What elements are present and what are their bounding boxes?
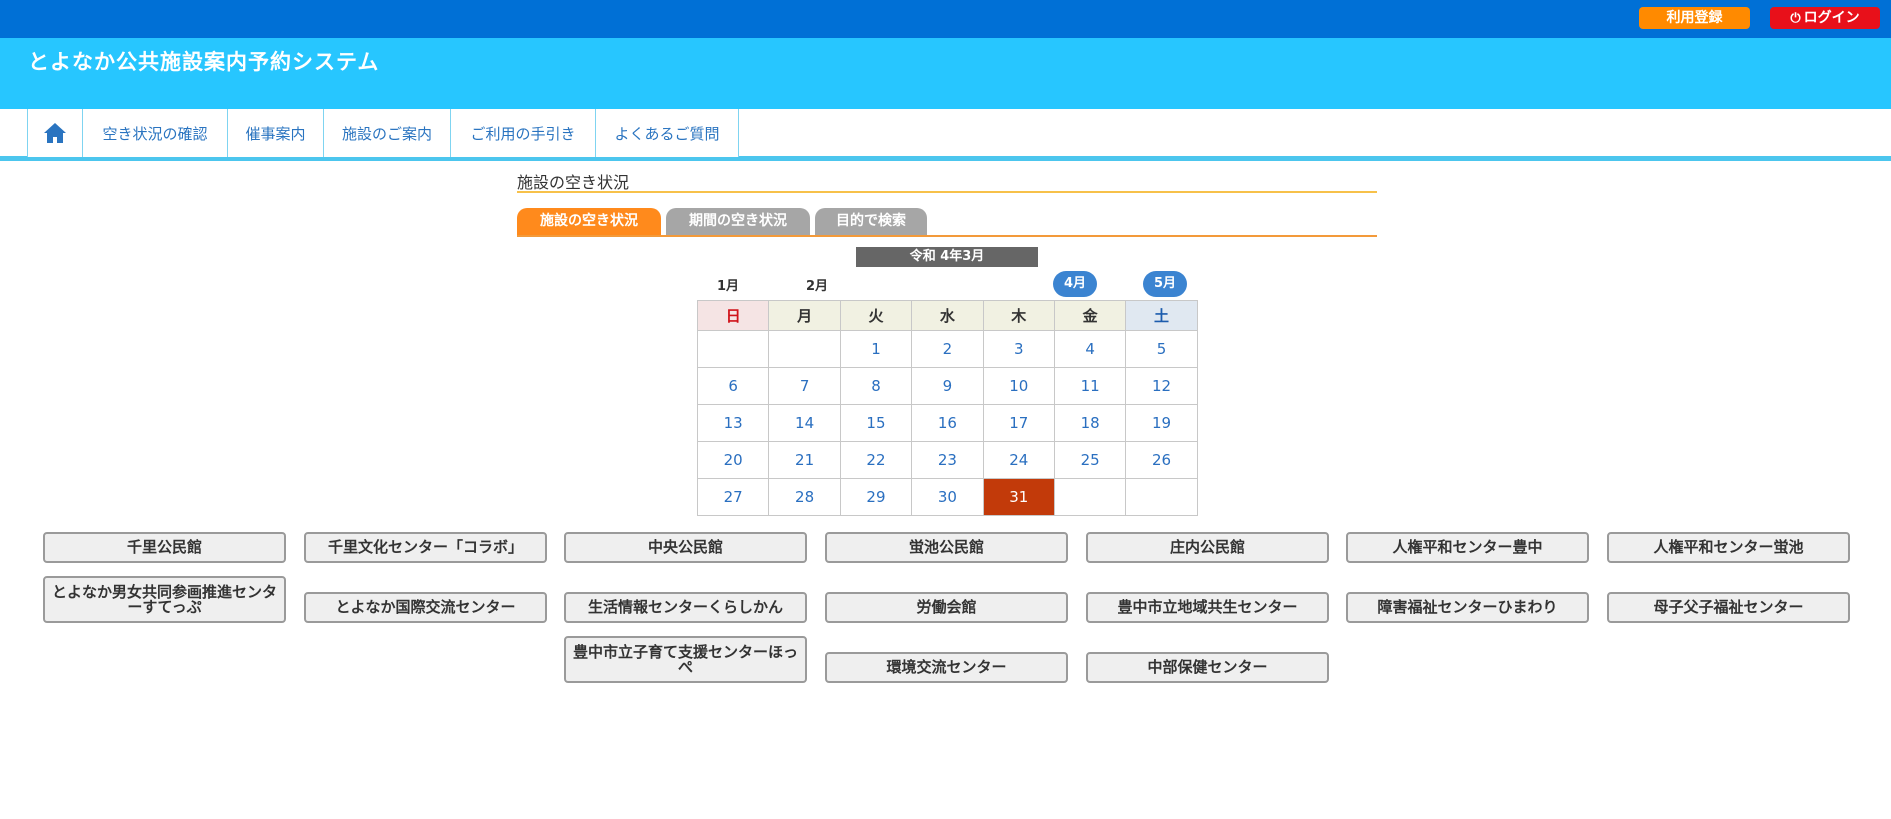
calendar-day-empty [1053, 478, 1127, 516]
month-link-may[interactable]: 5月 [1143, 271, 1187, 297]
facility-button[interactable]: 庄内公民館 [1086, 532, 1329, 563]
calendar-day[interactable]: 21 [768, 441, 841, 479]
weekday-monday: 月 [768, 300, 841, 331]
calendar-week: 6 7 8 9 10 11 12 [696, 367, 1198, 405]
login-button[interactable]: ⏻ ログイン [1770, 7, 1880, 29]
calendar-title: 令和 4年3月 [856, 247, 1038, 267]
calendar-day[interactable]: 12 [1125, 367, 1198, 405]
calendar-day[interactable]: 2 [911, 330, 984, 368]
facility-button[interactable]: 母子父子福祉センター [1607, 592, 1850, 623]
facility-button[interactable]: 千里文化センター「コラボ」 [304, 532, 547, 563]
calendar-day[interactable]: 20 [696, 441, 770, 479]
calendar-day[interactable]: 23 [911, 441, 984, 479]
calendar-grid: 日 月 火 水 木 金 土 1 2 3 4 5 6 7 8 9 10 11 12… [696, 300, 1198, 516]
facility-button[interactable]: 豊中市立子育て支援センターほっぺ [564, 636, 807, 683]
calendar-day[interactable]: 22 [839, 441, 913, 479]
weekday-tuesday: 火 [839, 300, 913, 331]
facility-button[interactable]: 障害福祉センターひまわり [1346, 592, 1589, 623]
calendar-day[interactable]: 6 [696, 367, 770, 405]
calendar-day[interactable]: 1 [839, 330, 913, 368]
calendar-day[interactable]: 27 [696, 478, 770, 516]
weekday-header: 日 月 火 水 木 金 土 [696, 300, 1198, 331]
calendar-day[interactable]: 4 [1053, 330, 1127, 368]
facility-button[interactable]: 千里公民館 [43, 532, 286, 563]
calendar-day-selected[interactable]: 31 [982, 478, 1055, 516]
calendar-day[interactable]: 28 [768, 478, 841, 516]
calendar-day[interactable]: 11 [1053, 367, 1127, 405]
month-link-february[interactable]: 2月 [801, 275, 833, 294]
calendar-week: 20 21 22 23 24 25 26 [696, 441, 1198, 479]
facility-button[interactable]: 人権平和センター蛍池 [1607, 532, 1850, 563]
nav-events[interactable]: 催事案内 [228, 109, 324, 157]
calendar-day-empty [1125, 478, 1198, 516]
calendar-day-empty [696, 330, 770, 368]
facility-button[interactable]: 労働会館 [825, 592, 1068, 623]
calendar-week: 13 14 15 16 17 18 19 [696, 404, 1198, 442]
month-link-april[interactable]: 4月 [1053, 271, 1097, 297]
login-label: ログイン [1803, 10, 1860, 26]
facility-button[interactable]: とよなか国際交流センター [304, 592, 547, 623]
facility-button[interactable]: 環境交流センター [825, 652, 1068, 683]
register-button[interactable]: 利用登録 [1639, 7, 1750, 29]
tab-search-by-purpose[interactable]: 目的で検索 [815, 208, 927, 235]
facility-button[interactable]: 豊中市立地域共生センター [1086, 592, 1329, 623]
calendar-day[interactable]: 30 [911, 478, 984, 516]
tab-period-availability[interactable]: 期間の空き状況 [666, 208, 810, 235]
nav-availability[interactable]: 空き状況の確認 [83, 109, 228, 157]
weekday-sunday: 日 [696, 300, 770, 331]
facility-button[interactable]: 蛍池公民館 [825, 532, 1068, 563]
month-link-january[interactable]: 1月 [712, 275, 744, 294]
calendar-day[interactable]: 24 [982, 441, 1055, 479]
facility-button[interactable]: 生活情報センターくらしかん [564, 592, 807, 623]
weekday-friday: 金 [1053, 300, 1127, 331]
calendar-day[interactable]: 25 [1053, 441, 1127, 479]
calendar-day[interactable]: 26 [1125, 441, 1198, 479]
main-nav: 空き状況の確認 催事案内 施設のご案内 ご利用の手引き よくあるご質問 [0, 109, 1891, 161]
facility-button[interactable]: 中央公民館 [564, 532, 807, 563]
calendar-week: 27 28 29 30 31 [696, 478, 1198, 516]
calendar-week: 1 2 3 4 5 [696, 330, 1198, 368]
top-bar: 利用登録 ⏻ ログイン [0, 0, 1891, 38]
nav-facilities[interactable]: 施設のご案内 [324, 109, 451, 157]
weekday-wednesday: 水 [911, 300, 984, 331]
nav-guide[interactable]: ご利用の手引き [451, 109, 596, 157]
calendar-day[interactable]: 7 [768, 367, 841, 405]
home-icon [44, 123, 66, 143]
calendar-day[interactable]: 10 [982, 367, 1055, 405]
weekday-saturday: 土 [1125, 300, 1198, 331]
nav-home[interactable] [27, 109, 83, 157]
calendar-day[interactable]: 17 [982, 404, 1055, 442]
calendar-day[interactable]: 19 [1125, 404, 1198, 442]
calendar-day[interactable]: 8 [839, 367, 913, 405]
calendar-day[interactable]: 14 [768, 404, 841, 442]
section-title: 施設の空き状況 [517, 169, 1377, 193]
calendar-day[interactable]: 18 [1053, 404, 1127, 442]
calendar-day[interactable]: 3 [982, 330, 1055, 368]
calendar-day[interactable]: 29 [839, 478, 913, 516]
calendar-day[interactable]: 9 [911, 367, 984, 405]
facility-button[interactable]: 中部保健センター [1086, 652, 1329, 683]
tab-facility-availability[interactable]: 施設の空き状況 [517, 208, 661, 235]
facility-button[interactable]: とよなか男女共同参画推進センターすてっぷ [43, 576, 286, 623]
power-icon: ⏻ [1790, 11, 1801, 26]
calendar-day[interactable]: 13 [696, 404, 770, 442]
facility-button[interactable]: 人権平和センター豊中 [1346, 532, 1589, 563]
calendar-day[interactable]: 15 [839, 404, 913, 442]
site-header: とよなか公共施設案内予約システム [0, 38, 1891, 109]
calendar-day-empty [768, 330, 841, 368]
calendar-day[interactable]: 5 [1125, 330, 1198, 368]
weekday-thursday: 木 [982, 300, 1055, 331]
nav-faq[interactable]: よくあるご質問 [596, 109, 739, 157]
calendar-day[interactable]: 16 [911, 404, 984, 442]
site-title[interactable]: とよなか公共施設案内予約システム [28, 46, 379, 76]
search-tabs: 施設の空き状況 期間の空き状況 目的で検索 [517, 208, 1377, 237]
